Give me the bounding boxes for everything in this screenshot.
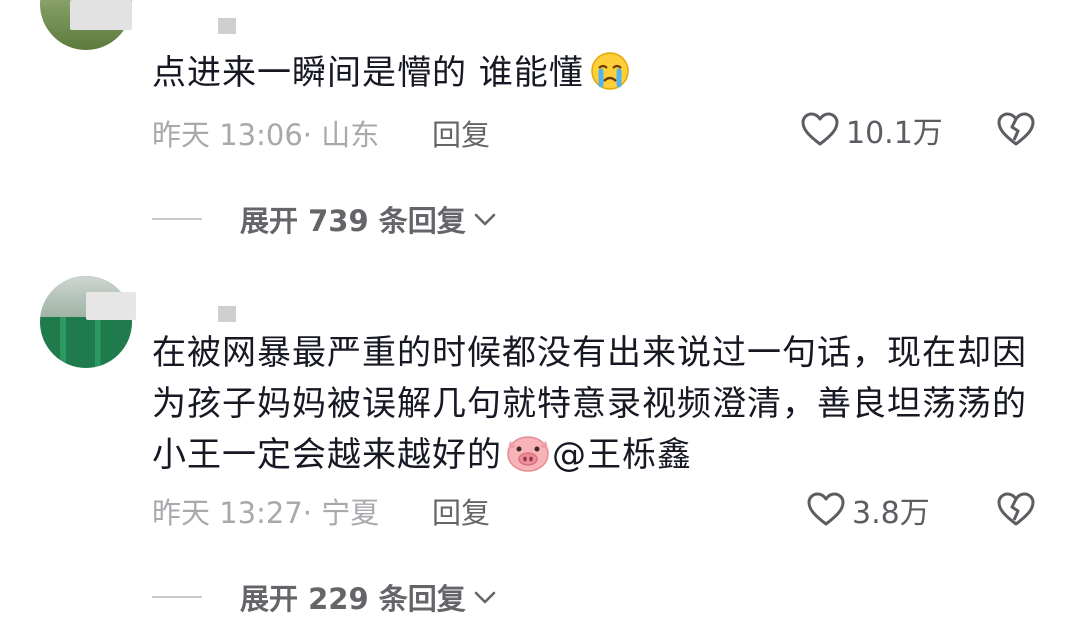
like-count: 10.1万 [846, 116, 943, 151]
like-button[interactable]: 3.8万 [806, 488, 930, 532]
divider-line [152, 218, 202, 220]
broken-heart-icon [997, 492, 1035, 526]
chevron-down-icon [474, 591, 496, 604]
mention-link[interactable]: @王栎鑫 [552, 435, 692, 475]
comment-text: 在被网暴最严重的时候都没有出来说过一句话，现在却因为孩子妈妈被误解几句就特意录视… [152, 328, 1052, 481]
pig-face-emoji-icon [504, 433, 552, 473]
broken-heart-icon [997, 112, 1035, 146]
comment-time: 昨天 13:06 [152, 118, 303, 152]
heart-outline-icon [807, 492, 845, 526]
comment-time: 昨天 13:27 [152, 496, 303, 530]
avatar[interactable] [40, 276, 132, 368]
crying-face-emoji-icon [586, 51, 634, 91]
username[interactable] [218, 306, 236, 322]
dislike-button[interactable] [996, 110, 1036, 150]
username-redacted [70, 0, 132, 30]
expand-replies-label: 展开 229 条回复 [240, 582, 466, 616]
comment-text-content: 点进来一瞬间是懵的 谁能懂 [152, 53, 584, 93]
username[interactable] [218, 18, 236, 34]
like-button[interactable]: 10.1万 [800, 108, 943, 152]
chevron-down-icon [474, 213, 496, 226]
reply-button[interactable]: 回复 [432, 112, 490, 154]
reply-button[interactable]: 回复 [432, 490, 490, 532]
expand-replies-label: 展开 739 条回复 [240, 204, 466, 238]
expand-replies-button[interactable]: 展开 739 条回复 [152, 198, 498, 240]
dislike-button[interactable] [996, 490, 1036, 530]
like-count: 3.8万 [852, 496, 930, 531]
comment-location: · 宁夏 [302, 496, 380, 530]
username-redacted [86, 292, 136, 320]
comment-location: · 山东 [302, 118, 380, 152]
comment-meta: 昨天 13:06· 山东 [152, 112, 379, 154]
heart-outline-icon [801, 112, 839, 146]
comment-meta: 昨天 13:27· 宁夏 [152, 490, 379, 532]
expand-replies-button[interactable]: 展开 229 条回复 [152, 576, 498, 618]
divider-line [152, 596, 202, 598]
comment-text: 点进来一瞬间是懵的 谁能懂 [152, 48, 1052, 99]
